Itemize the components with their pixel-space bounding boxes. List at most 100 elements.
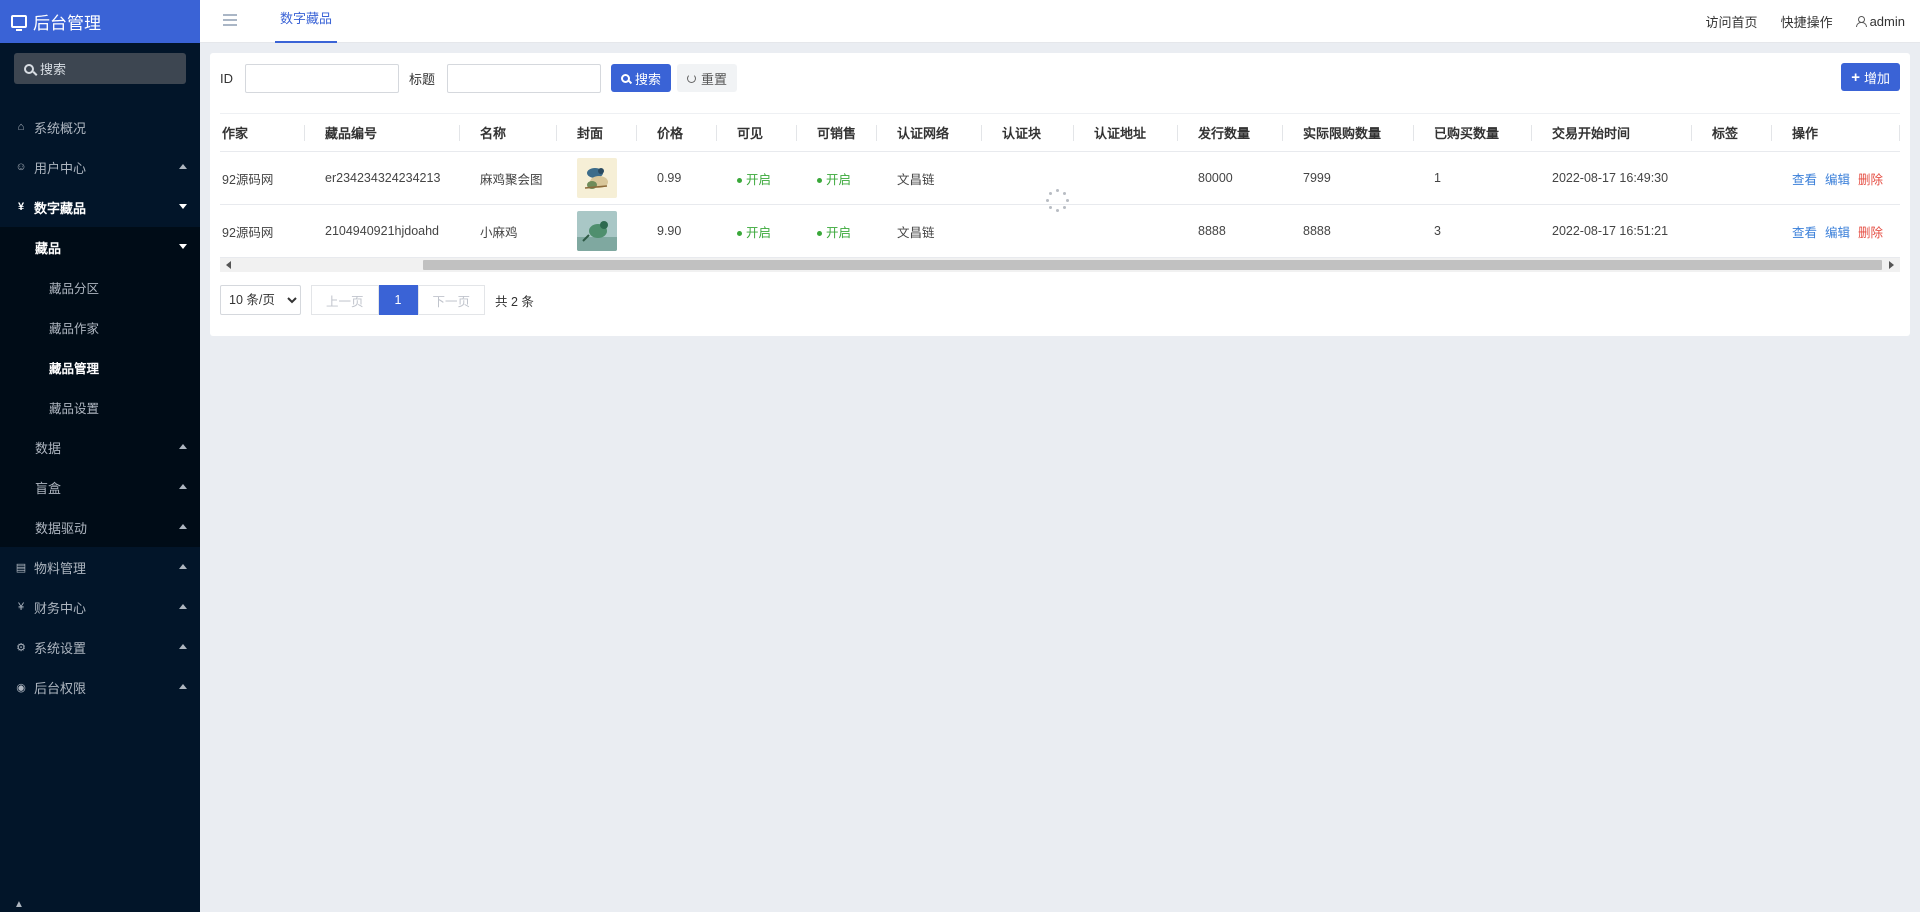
sidebar-item-collection-zones[interactable]: 藏品分区 — [0, 267, 200, 307]
topbar: 数字藏品 访问首页 快捷操作 admin — [200, 0, 1920, 43]
sidebar-item-collection-settings[interactable]: 藏品设置 — [0, 387, 200, 427]
scroll-left-icon[interactable] — [226, 261, 231, 269]
id-input[interactable] — [245, 63, 399, 93]
prev-page-button[interactable]: 上一页 — [311, 285, 379, 315]
data-table: 作家 藏品编号 名称 封面 价格 可见 可销售 认证网络 认证块 认证地址 发行… — [220, 113, 1900, 258]
sidebar-item-label: 藏品分区 — [49, 281, 100, 296]
cell-author: 92源码网 — [220, 204, 305, 258]
quick-actions-link[interactable]: 快捷操作 — [1781, 12, 1833, 31]
next-page-button[interactable]: 下一页 — [417, 285, 486, 315]
brand[interactable]: 后台管理 — [0, 0, 200, 43]
cell-address — [1074, 151, 1178, 205]
column-header[interactable]: 封面 — [557, 113, 637, 152]
sidebar-item-label: 数据 — [35, 440, 62, 456]
reset-button[interactable]: 重置 — [677, 64, 738, 92]
cover-image-bird[interactable] — [577, 211, 617, 251]
column-header[interactable]: 标签 — [1692, 113, 1772, 152]
column-header[interactable]: 认证地址 — [1074, 113, 1178, 152]
cell-start-time: 2022-08-17 16:51:21 — [1532, 204, 1692, 258]
sidebar-item-label: 藏品 — [35, 240, 62, 256]
menu-toggle-icon[interactable] — [223, 14, 237, 29]
reset-button-label: 重置 — [701, 71, 728, 87]
cell-visible: 开启 — [717, 204, 797, 258]
column-header[interactable]: 藏品编号 — [305, 113, 460, 152]
view-link[interactable]: 查看 — [1792, 226, 1817, 240]
column-header[interactable]: 认证网络 — [877, 113, 982, 152]
sidebar-item-overview[interactable]: ⌂ 系统概况 — [0, 107, 200, 147]
current-page-button[interactable]: 1 — [378, 285, 418, 315]
title-input[interactable] — [447, 63, 602, 93]
column-header[interactable]: 已购买数量 — [1414, 113, 1532, 152]
status-badge: 开启 — [737, 226, 771, 240]
sidebar-item-blind-box[interactable]: 盲盒 — [0, 467, 200, 507]
sidebar-item-label: 藏品管理 — [49, 361, 100, 376]
monitor-icon — [11, 15, 27, 31]
sidebar-item-digital-collections[interactable]: ¥ 数字藏品 — [0, 187, 200, 227]
edit-link[interactable]: 编辑 — [1825, 173, 1850, 187]
view-link[interactable]: 查看 — [1792, 173, 1817, 187]
column-header[interactable]: 实际限购数量 — [1283, 113, 1414, 152]
cell-name: 麻鸡聚会图 — [460, 151, 557, 205]
cell-limit: 8888 — [1283, 204, 1414, 258]
add-button[interactable]: + 增加 — [1841, 63, 1900, 91]
cell-tag — [1692, 151, 1772, 205]
cell-cover — [557, 151, 637, 205]
scroll-right-icon[interactable] — [1889, 261, 1894, 269]
sidebar-item-collections[interactable]: 藏品 — [0, 227, 200, 267]
title-label: 标题 — [409, 71, 436, 87]
column-header[interactable]: 价格 — [637, 113, 717, 152]
tab-digital-collections[interactable]: 数字藏品 — [275, 0, 338, 43]
sidebar-item-materials[interactable]: ▤ 物料管理 — [0, 547, 200, 587]
chevron-up-icon — [179, 604, 187, 609]
column-header[interactable]: 交易开始时间 — [1532, 113, 1692, 152]
sidebar-item-users[interactable]: ☺ 用户中心 — [0, 147, 200, 187]
sidebar-item-data-driver[interactable]: 数据驱动 — [0, 507, 200, 547]
cell-actions: 查看 编辑 删除 — [1772, 204, 1900, 258]
sidebar-search[interactable]: 搜索 — [14, 53, 186, 84]
sidebar-item-collection-management[interactable]: 藏品管理 — [0, 347, 200, 387]
cover-image-birds[interactable] — [577, 158, 617, 198]
sidebar-item-label: 藏品作家 — [49, 321, 100, 336]
status-badge: 开启 — [737, 173, 771, 187]
edit-link[interactable]: 编辑 — [1825, 226, 1850, 240]
sidebar-item-label: 物料管理 — [34, 560, 87, 576]
sidebar-item-admin-permissions[interactable]: ◉ 后台权限 — [0, 667, 200, 707]
sidebar-item-label: 数字藏品 — [34, 200, 87, 216]
yen-icon: ¥ — [17, 601, 25, 613]
sidebar-item-finance[interactable]: ¥ 财务中心 — [0, 587, 200, 627]
plus-icon: + — [1851, 68, 1860, 86]
sidebar: 后台管理 搜索 ⌂ 系统概况 ☺ 用户中心 ¥ 数字藏品 藏品 藏品分区 藏品作… — [0, 0, 200, 912]
column-header[interactable]: 操作 — [1772, 113, 1900, 152]
search-button[interactable]: 搜索 — [611, 64, 672, 92]
total-count: 共 2 条 — [495, 294, 534, 309]
refresh-icon — [687, 73, 697, 83]
column-header[interactable]: 名称 — [460, 113, 557, 152]
user-menu[interactable]: admin — [1855, 14, 1905, 29]
horizontal-scrollbar[interactable] — [220, 258, 1900, 272]
chevron-down-icon — [179, 244, 187, 249]
delete-link[interactable]: 删除 — [1858, 173, 1883, 187]
page-size-select[interactable]: 10 条/页 — [220, 285, 301, 315]
column-header[interactable]: 发行数量 — [1178, 113, 1283, 152]
column-header[interactable]: 可见 — [717, 113, 797, 152]
column-header[interactable]: 认证块 — [982, 113, 1074, 152]
sidebar-item-collection-authors[interactable]: 藏品作家 — [0, 307, 200, 347]
username: admin — [1869, 14, 1905, 29]
column-header[interactable]: 可销售 — [797, 113, 877, 152]
delete-link[interactable]: 删除 — [1858, 226, 1883, 240]
cell-tag — [1692, 204, 1772, 258]
visit-home-link[interactable]: 访问首页 — [1706, 12, 1758, 31]
column-header[interactable]: 作家 — [220, 113, 305, 152]
search-icon — [24, 63, 34, 74]
sidebar-item-data[interactable]: 数据 — [0, 427, 200, 467]
cell-price: 0.99 — [637, 151, 717, 205]
chevron-up-icon — [179, 484, 187, 489]
collapse-icon[interactable]: ▲ — [14, 899, 24, 910]
scrollbar-thumb[interactable] — [423, 260, 1882, 270]
sidebar-item-system-settings[interactable]: ⚙ 系统设置 — [0, 627, 200, 667]
yen-icon: ¥ — [17, 201, 25, 213]
sidebar-search-placeholder: 搜索 — [40, 62, 67, 77]
add-button-label: 增加 — [1863, 70, 1890, 86]
user-icon — [1855, 16, 1867, 27]
chevron-up-icon — [179, 524, 187, 529]
